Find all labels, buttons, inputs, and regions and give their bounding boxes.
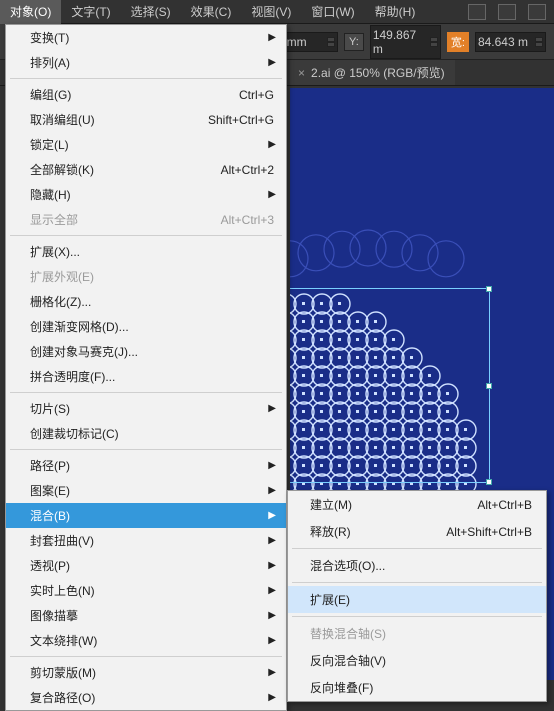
panel-icon[interactable]: [498, 4, 516, 20]
w-label: 宽:: [447, 32, 469, 52]
menu-选择(S)[interactable]: 选择(S): [121, 0, 181, 24]
resize-handle-tr[interactable]: [486, 286, 492, 292]
menu-item-剪切蒙版(M)[interactable]: 剪切蒙版(M)▶: [6, 660, 286, 685]
chevron-right-icon: ▶: [268, 139, 276, 150]
chevron-right-icon: ▶: [268, 692, 276, 703]
menu-item-复合路径(O)[interactable]: 复合路径(O)▶: [6, 685, 286, 710]
menu-item-切片(S)[interactable]: 切片(S)▶: [6, 396, 286, 421]
menu-item-拼合透明度(F)...[interactable]: 拼合透明度(F)...: [6, 364, 286, 389]
submenu-item-建立(M)[interactable]: 建立(M)Alt+Ctrl+B: [288, 491, 546, 518]
menu-item-图案(E)[interactable]: 图案(E)▶: [6, 478, 286, 503]
chevron-right-icon: ▶: [268, 57, 276, 68]
submenu-item-混合选项(O)...[interactable]: 混合选项(O)...: [288, 552, 546, 579]
menu-item-扩展(X)...[interactable]: 扩展(X)...: [6, 239, 286, 264]
menu-item-显示全部: 显示全部Alt+Ctrl+3: [6, 207, 286, 232]
menu-窗口(W)[interactable]: 窗口(W): [301, 0, 364, 24]
menu-item-隐藏(H)[interactable]: 隐藏(H)▶: [6, 182, 286, 207]
menu-item-创建渐变网格(D)...[interactable]: 创建渐变网格(D)...: [6, 314, 286, 339]
menu-帮助(H)[interactable]: 帮助(H): [365, 0, 426, 24]
artwork-circles-bg: [290, 208, 530, 298]
resize-handle-mr[interactable]: [486, 383, 492, 389]
submenu-item-反向堆叠(F)[interactable]: 反向堆叠(F): [288, 674, 546, 701]
chevron-right-icon: ▶: [268, 610, 276, 621]
menu-item-透视(P)[interactable]: 透视(P)▶: [6, 553, 286, 578]
menu-item-扩展外观(E): 扩展外观(E): [6, 264, 286, 289]
menu-item-变换(T)[interactable]: 变换(T)▶: [6, 25, 286, 50]
y-label: Y:: [344, 33, 364, 51]
menu-item-混合(B)[interactable]: 混合(B)▶: [6, 503, 286, 528]
chevron-right-icon: ▶: [268, 535, 276, 546]
submenu-item-替换混合轴(S): 替换混合轴(S): [288, 620, 546, 647]
menu-item-排列(A)[interactable]: 排列(A)▶: [6, 50, 286, 75]
menu-item-路径(P)[interactable]: 路径(P)▶: [6, 453, 286, 478]
menu-item-封套扭曲(V)[interactable]: 封套扭曲(V)▶: [6, 528, 286, 553]
w-field[interactable]: 84.643 m: [475, 32, 546, 52]
chevron-right-icon: ▶: [268, 403, 276, 414]
menu-item-编组(G)[interactable]: 编组(G)Ctrl+G: [6, 82, 286, 107]
menu-item-实时上色(N)[interactable]: 实时上色(N)▶: [6, 578, 286, 603]
chevron-right-icon: ▶: [268, 485, 276, 496]
menu-视图(V)[interactable]: 视图(V): [241, 0, 301, 24]
submenu-item-扩展(E)[interactable]: 扩展(E): [288, 586, 546, 613]
menu-item-全部解锁(K)[interactable]: 全部解锁(K)Alt+Ctrl+2: [6, 157, 286, 182]
chevron-right-icon: ▶: [268, 635, 276, 646]
menu-item-图像描摹[interactable]: 图像描摹▶: [6, 603, 286, 628]
tab-title: 2.ai @ 150% (RGB/预览): [311, 64, 445, 81]
submenu-item-释放(R)[interactable]: 释放(R)Alt+Shift+Ctrl+B: [288, 518, 546, 545]
menu-item-创建裁切标记(C)[interactable]: 创建裁切标记(C): [6, 421, 286, 446]
menu-item-文本绕排(W)[interactable]: 文本绕排(W)▶: [6, 628, 286, 653]
blend-submenu: 建立(M)Alt+Ctrl+B释放(R)Alt+Shift+Ctrl+B 混合选项…: [287, 490, 547, 702]
chevron-right-icon: ▶: [268, 667, 276, 678]
menu-效果(C)[interactable]: 效果(C): [181, 0, 242, 24]
menu-item-取消编组(U)[interactable]: 取消编组(U)Shift+Ctrl+G: [6, 107, 286, 132]
chevron-right-icon: ▶: [268, 510, 276, 521]
menu-item-创建对象马赛克(J)...[interactable]: 创建对象马赛克(J)...: [6, 339, 286, 364]
menu-文字(T)[interactable]: 文字(T): [61, 0, 120, 24]
resize-handle-br[interactable]: [486, 479, 492, 485]
chevron-right-icon: ▶: [268, 460, 276, 471]
close-icon[interactable]: ×: [298, 66, 305, 80]
top-right-icons: [468, 4, 546, 20]
chevron-right-icon: ▶: [268, 585, 276, 596]
menu-item-锁定(L)[interactable]: 锁定(L)▶: [6, 132, 286, 157]
object-menu: 变换(T)▶排列(A)▶ 编组(G)Ctrl+G取消编组(U)Shift+Ctrl…: [5, 24, 287, 711]
menu-item-栅格化(Z)...[interactable]: 栅格化(Z)...: [6, 289, 286, 314]
document-tab[interactable]: × 2.ai @ 150% (RGB/预览): [290, 60, 455, 85]
selection-bbox[interactable]: [290, 288, 490, 483]
layout-icon[interactable]: [468, 4, 486, 20]
chevron-right-icon: ▶: [268, 189, 276, 200]
chevron-right-icon: ▶: [268, 32, 276, 43]
search-icon[interactable]: [528, 4, 546, 20]
submenu-item-反向混合轴(V)[interactable]: 反向混合轴(V): [288, 647, 546, 674]
menu-对象(O)[interactable]: 对象(O): [0, 0, 61, 24]
y-field[interactable]: 149.867 m: [370, 25, 441, 59]
chevron-right-icon: ▶: [268, 560, 276, 571]
